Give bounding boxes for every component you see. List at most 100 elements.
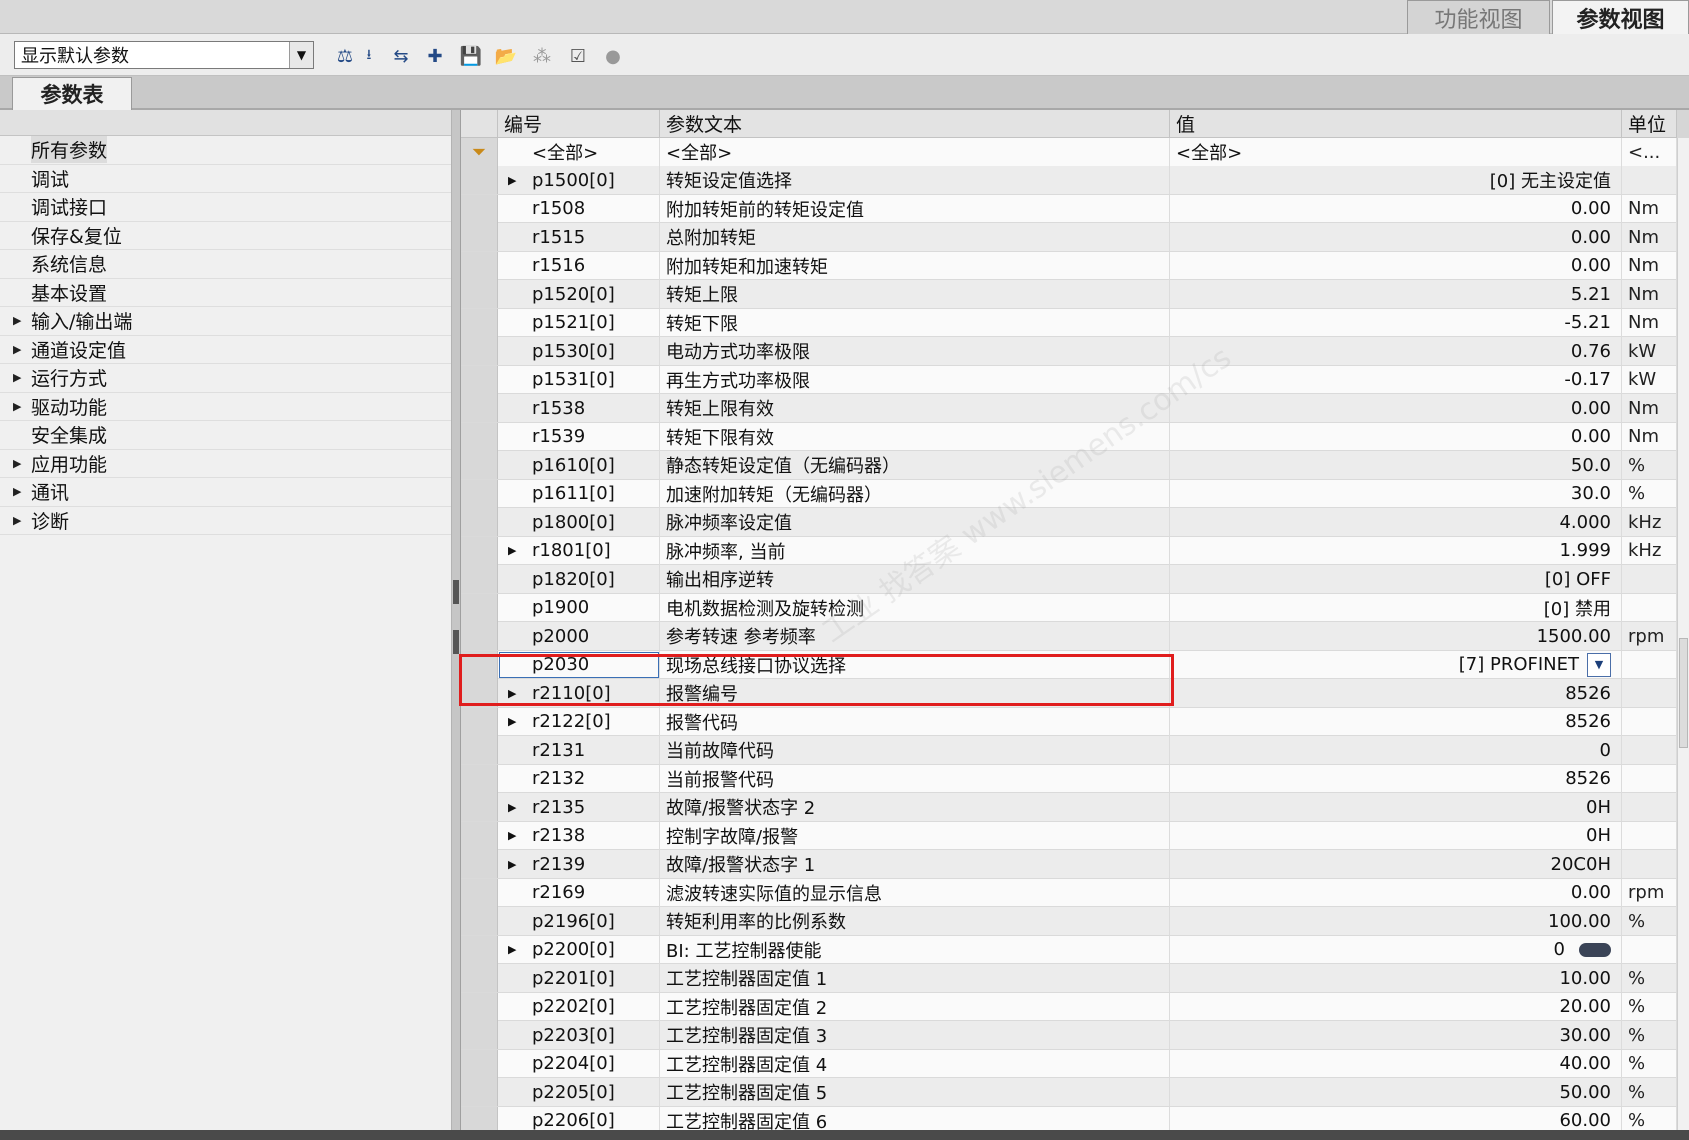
export-icon[interactable]: 📂 (493, 43, 519, 69)
table-row[interactable]: r1539 转矩下限有效 0.00 Nm (461, 422, 1677, 451)
row-selector[interactable] (461, 850, 498, 878)
vertical-scrollbar[interactable] (1677, 138, 1689, 1130)
expand-arrow-icon[interactable]: ▶ (13, 514, 21, 527)
table-row[interactable]: r2132 当前报警代码 8526 (461, 764, 1677, 793)
table-row[interactable]: ▶ r2139 故障/报警状态字 1 20C0H (461, 850, 1677, 879)
param-value[interactable]: 0.00 (1170, 878, 1622, 907)
table-row[interactable]: p1520[0] 转矩上限 5.21 Nm (461, 280, 1677, 309)
expand-arrow-icon[interactable]: ▶ (508, 715, 516, 728)
tree-item[interactable]: ▶ 诊断 (0, 507, 451, 535)
table-row[interactable]: r1538 转矩上限有效 0.00 Nm (461, 394, 1677, 423)
chevron-down-icon[interactable]: ▼ (1587, 652, 1611, 677)
table-row[interactable]: p1610[0] 静态转矩设定值（无编码器） 50.0% (461, 451, 1677, 480)
row-selector[interactable] (461, 622, 498, 650)
tree-item[interactable]: ▶ 驱动功能 (0, 393, 451, 421)
splitter-handle[interactable] (453, 630, 459, 654)
table-row[interactable]: p2206[0] 工艺控制器固定值 6 60.00% (461, 1106, 1677, 1130)
param-value[interactable]: [7] PROFINET ▼ (1170, 650, 1622, 679)
expand-arrow-icon[interactable]: ▶ (13, 400, 21, 413)
row-selector[interactable] (461, 422, 498, 451)
tree-item[interactable]: 保存&复位 (0, 222, 451, 250)
param-value[interactable]: 0.00 (1170, 394, 1622, 422)
param-value[interactable]: 0.00 (1170, 422, 1622, 451)
param-value[interactable]: 0.00 (1170, 251, 1622, 280)
row-selector[interactable] (461, 565, 498, 593)
row-selector[interactable] (461, 593, 498, 622)
row-selector[interactable] (461, 935, 498, 964)
table-row[interactable]: ▶ r1801[0] 脉冲频率, 当前 1.999 kHz (461, 536, 1677, 565)
tree-item[interactable]: 基本设置 (0, 279, 451, 307)
param-value[interactable]: 1500.00 (1170, 622, 1622, 650)
table-row[interactable]: r1516 附加转矩和加速转矩 0.00 Nm (461, 251, 1677, 280)
chevron-down-icon[interactable]: ▼ (289, 42, 313, 68)
expand-arrow-icon[interactable]: ▶ (13, 485, 21, 498)
row-selector[interactable] (461, 394, 498, 422)
filter-icon[interactable]: ⏷ (461, 138, 498, 166)
param-value[interactable]: 10.00 (1170, 964, 1622, 992)
table-row[interactable]: ▶ r2135 故障/报警状态字 2 0H (461, 793, 1677, 822)
expand-arrow-icon[interactable]: ▶ (508, 801, 516, 814)
header-value[interactable]: 值 (1170, 110, 1622, 138)
new-icon[interactable]: ✚ (422, 43, 448, 69)
table-row[interactable]: r2169 滤波转速实际值的显示信息 0.00 rpm (461, 878, 1677, 907)
row-selector[interactable] (461, 821, 498, 850)
table-row[interactable]: p1521[0] 转矩下限 -5.21 Nm (461, 308, 1677, 337)
param-value[interactable]: 20C0H (1170, 850, 1622, 878)
table-row[interactable]: p1800[0] 脉冲频率设定值 4.000 kHz (461, 508, 1677, 537)
expand-arrow-icon[interactable]: ▶ (508, 829, 516, 842)
row-selector[interactable] (461, 793, 498, 821)
table-row[interactable]: r1515 总附加转矩 0.00 Nm (461, 223, 1677, 252)
row-selector[interactable] (461, 251, 498, 280)
param-value[interactable]: [0] 禁用 (1170, 593, 1622, 622)
table-row[interactable]: p2204[0] 工艺控制器固定值 4 40.00% (461, 1049, 1677, 1078)
tree-item[interactable]: ▶ 运行方式 (0, 364, 451, 393)
param-value[interactable]: -0.17 (1170, 365, 1622, 394)
param-value[interactable]: 8526 (1170, 707, 1622, 736)
param-value[interactable]: 0H (1170, 821, 1622, 850)
panel-splitter[interactable] (452, 110, 461, 1130)
tree-item[interactable]: ▶ 通道设定值 (0, 336, 451, 364)
param-value[interactable]: 0H (1170, 793, 1622, 821)
row-selector[interactable] (461, 1049, 498, 1078)
row-selector[interactable] (461, 964, 498, 992)
param-value[interactable]: 5.21 (1170, 280, 1622, 308)
circle-icon[interactable]: ● (600, 43, 626, 69)
expand-arrow-icon[interactable]: ▶ (508, 858, 516, 871)
expand-arrow-icon[interactable]: ▶ (508, 943, 516, 956)
row-selector[interactable] (461, 479, 498, 508)
row-selector[interactable] (461, 878, 498, 907)
filter-text[interactable]: <全部> (660, 138, 1170, 166)
table-row[interactable]: ▶ p1500[0] 转矩设定值选择 [0] 无主设定值 (461, 166, 1677, 195)
table-row[interactable]: p2201[0] 工艺控制器固定值 1 10.00% (461, 964, 1677, 993)
param-value[interactable]: 30.00 (1170, 1021, 1622, 1049)
table-row[interactable]: p1530[0] 电动方式功率极限 0.76 kW (461, 337, 1677, 366)
tree-item[interactable]: ▶ 应用功能 (0, 450, 451, 478)
row-selector[interactable] (461, 194, 498, 223)
row-selector[interactable] (461, 1106, 498, 1130)
balance-icon[interactable]: ⚖ (332, 43, 358, 69)
param-value[interactable]: 1.999 (1170, 536, 1622, 565)
expand-arrow-icon[interactable]: ▶ (508, 174, 516, 187)
view-filter-select[interactable]: 显示默认参数 ▼ (14, 41, 314, 69)
table-row[interactable]: ▶ p2200[0] BI: 工艺控制器使能 0 (461, 935, 1677, 964)
row-selector[interactable] (461, 365, 498, 394)
param-value[interactable]: 0 (1170, 935, 1622, 964)
param-value[interactable]: [0] OFF (1170, 565, 1622, 593)
param-value[interactable]: 8526 (1170, 764, 1622, 793)
table-row[interactable]: ▶ r2138 控制字故障/报警 0H (461, 821, 1677, 850)
row-selector[interactable] (461, 707, 498, 736)
tree-item[interactable]: 安全集成 (0, 421, 451, 450)
row-selector[interactable] (461, 907, 498, 935)
row-selector[interactable] (461, 451, 498, 479)
row-selector[interactable] (461, 1078, 498, 1106)
table-row[interactable]: p1900 电机数据检测及旋转检测 [0] 禁用 (461, 593, 1677, 622)
tree-item[interactable]: 所有参数 (0, 136, 451, 165)
row-selector[interactable] (461, 308, 498, 337)
table-row[interactable]: p2203[0] 工艺控制器固定值 3 30.00% (461, 1021, 1677, 1050)
param-value[interactable]: 60.00 (1170, 1106, 1622, 1130)
row-selector[interactable] (461, 337, 498, 365)
expand-arrow-icon[interactable]: ▶ (508, 544, 516, 557)
row-selector[interactable] (461, 508, 498, 536)
param-value[interactable]: 8526 (1170, 679, 1622, 707)
param-value[interactable]: 100.00 (1170, 907, 1622, 935)
